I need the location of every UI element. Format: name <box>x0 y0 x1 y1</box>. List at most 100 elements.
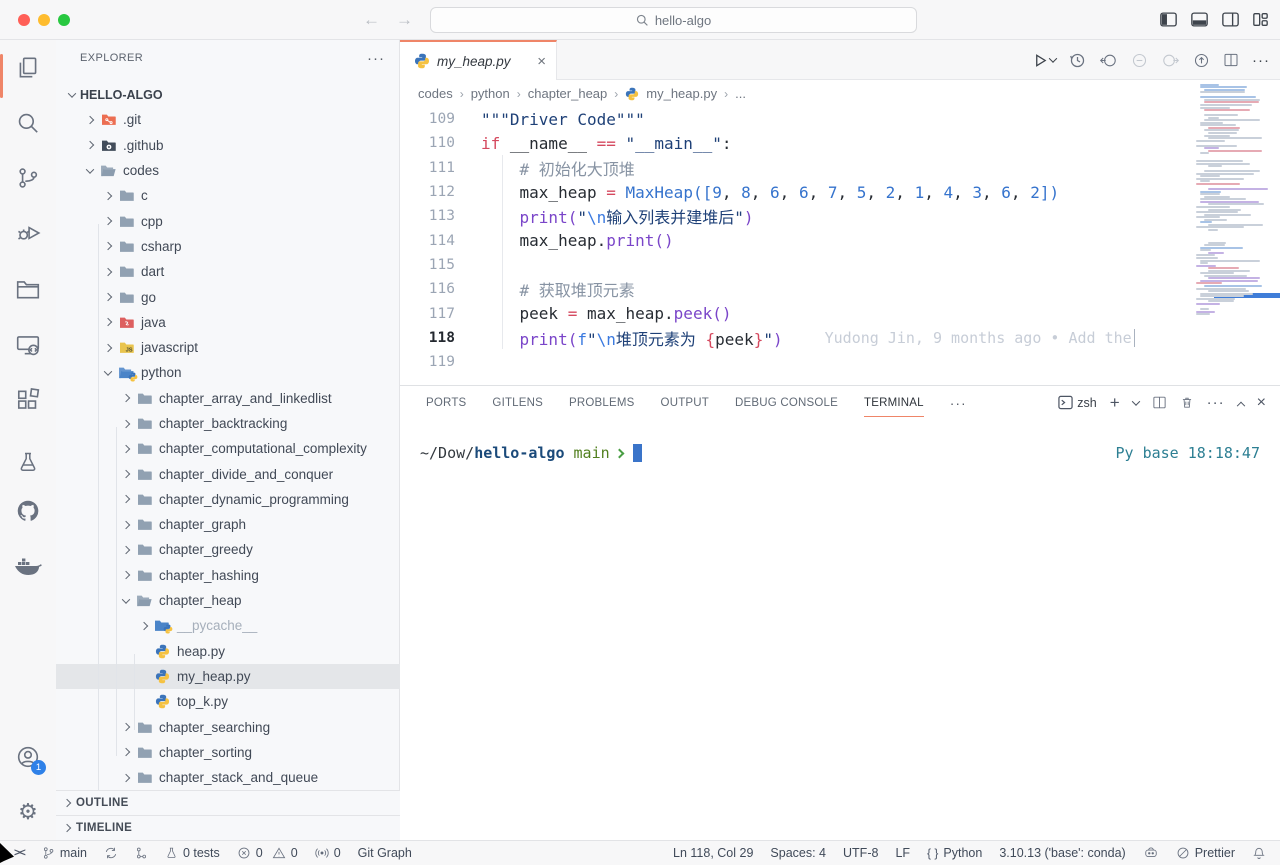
tree-item-chapter-heap[interactable]: chapter_heap <box>56 588 400 613</box>
customize-layout-icon[interactable] <box>1253 12 1268 27</box>
code-line-115[interactable]: 115 <box>400 253 1280 277</box>
status-ports[interactable]: 0 <box>315 846 341 860</box>
tree-item-chapter-dynamic-programming[interactable]: chapter_dynamic_programming <box>56 487 400 512</box>
tree-item-heap-py[interactable]: heap.py <box>56 639 400 664</box>
activity-explorer[interactable] <box>0 48 56 88</box>
tree-item-chapter-backtracking[interactable]: chapter_backtracking <box>56 411 400 436</box>
panel-tab-terminal[interactable]: TERMINAL <box>864 389 924 417</box>
tree-item-python[interactable]: python <box>56 360 400 385</box>
tree-item-top-k-py[interactable]: top_k.py <box>56 689 400 714</box>
activity-folder-opened[interactable] <box>0 269 56 309</box>
code-editor[interactable]: 109"""Driver Code"""110if __name__ == "_… <box>400 107 1280 385</box>
tree-item-csharp[interactable]: csharp <box>56 234 400 259</box>
status-git-branch[interactable]: main <box>42 846 87 860</box>
panel-tab-problems[interactable]: PROBLEMS <box>569 389 635 416</box>
terminal-dropdown-icon[interactable] <box>1133 400 1139 406</box>
code-line-117[interactable]: 117 peek = max_heap.peek() <box>400 301 1280 325</box>
tree-item-dart[interactable]: dart <box>56 259 400 284</box>
tree-item-chapter-graph[interactable]: chapter_graph <box>56 512 400 537</box>
activity-docker[interactable] <box>0 546 56 586</box>
status-notifications[interactable] <box>1252 846 1266 860</box>
timeline-section[interactable]: TIMELINE <box>56 815 400 840</box>
code-line-109[interactable]: 109"""Driver Code""" <box>400 107 1280 131</box>
status-cursor-position[interactable]: Ln 118, Col 29 <box>673 846 753 860</box>
tree-item-chapter-computational-complexity[interactable]: chapter_computational_complexity <box>56 436 400 461</box>
status-problems[interactable]: 00 <box>237 846 298 860</box>
terminal[interactable]: ~/Dow/hello-algo main Py base 18:18:47 <box>420 444 1260 462</box>
nav-forward-icon[interactable]: → <box>396 10 413 30</box>
code-line-111[interactable]: 111 # 初始化大顶堆 <box>400 156 1280 180</box>
code-line-118[interactable]: 118 print(f"\n堆顶元素为 {peek}")Yudong Jin, … <box>400 326 1280 350</box>
panel-more-tabs-icon[interactable]: ··· <box>950 395 967 411</box>
tree-item-chapter-stack-and-queue[interactable]: chapter_stack_and_queue <box>56 765 400 790</box>
code-line-116[interactable]: 116 # 获取堆顶元素 <box>400 277 1280 301</box>
tree-item-go[interactable]: go <box>56 284 400 309</box>
status-sync[interactable] <box>104 846 118 860</box>
open-changes-icon[interactable] <box>1099 52 1118 69</box>
panel-more-actions-icon[interactable]: ··· <box>1207 394 1225 411</box>
status-encoding[interactable]: UTF-8 <box>843 846 878 860</box>
terminal-shell-icon[interactable]: zsh <box>1058 395 1096 410</box>
status-eol[interactable]: LF <box>895 846 910 860</box>
new-terminal-icon[interactable]: + <box>1110 393 1120 413</box>
panel-tab-ports[interactable]: PORTS <box>426 389 466 416</box>
close-window-button[interactable] <box>18 14 30 26</box>
tree-item-chapter-searching[interactable]: chapter_searching <box>56 714 400 739</box>
tree-item-chapter-hashing[interactable]: chapter_hashing <box>56 563 400 588</box>
zoom-window-button[interactable] <box>58 14 70 26</box>
editor-more-actions-icon[interactable]: ··· <box>1252 52 1270 69</box>
code-line-110[interactable]: 110if __name__ == "__main__": <box>400 131 1280 155</box>
activity-extensions[interactable] <box>0 380 56 420</box>
status-git-graph[interactable]: Git Graph <box>358 846 412 860</box>
code-line-112[interactable]: 112 max_heap = MaxHeap([9, 8, 6, 6, 7, 5… <box>400 180 1280 204</box>
activity-run-debug[interactable] <box>0 213 56 253</box>
outline-section[interactable]: OUTLINE <box>56 790 400 815</box>
tree-item-chapter-sorting[interactable]: chapter_sorting <box>56 740 400 765</box>
maximize-panel-icon[interactable] <box>1238 400 1244 406</box>
status-language-mode[interactable]: { }Python <box>927 846 982 860</box>
close-panel-icon[interactable]: × <box>1257 394 1266 412</box>
tree-item--git[interactable]: .git <box>56 107 400 132</box>
tab-close-icon[interactable]: × <box>537 53 546 70</box>
kill-terminal-icon[interactable] <box>1180 395 1194 410</box>
minimap[interactable] <box>1192 75 1280 365</box>
tree-item-hello-algo[interactable]: HELLO-ALGO <box>56 82 400 107</box>
tree-item-java[interactable]: java <box>56 310 400 335</box>
code-line-113[interactable]: 113 print("\n输入列表并建堆后") <box>400 204 1280 228</box>
breadcrumb-item[interactable]: chapter_heap <box>528 86 608 101</box>
explorer-more-actions-icon[interactable]: ··· <box>367 50 385 67</box>
tree-item-c[interactable]: c <box>56 183 400 208</box>
run-python-button[interactable] <box>1033 53 1056 68</box>
panel-tab-output[interactable]: OUTPUT <box>661 389 709 416</box>
breadcrumb-item[interactable]: ... <box>735 86 746 101</box>
code-line-114[interactable]: 114 max_heap.print() <box>400 228 1280 252</box>
status-prettier[interactable]: Prettier <box>1176 846 1235 860</box>
status-python-interpreter[interactable]: 3.10.13 ('base': conda) <box>999 846 1125 860</box>
tree-item-chapter-array-and-linkedlist[interactable]: chapter_array_and_linkedlist <box>56 386 400 411</box>
nav-back-icon[interactable]: ← <box>363 10 380 30</box>
activity-search[interactable] <box>0 103 56 143</box>
activity-testing[interactable] <box>0 442 56 482</box>
tree-item-chapter-divide-and-conquer[interactable]: chapter_divide_and_conquer <box>56 461 400 486</box>
status-indentation[interactable]: Spaces: 4 <box>770 846 826 860</box>
status-copilot[interactable] <box>1143 846 1159 860</box>
split-terminal-icon[interactable] <box>1152 395 1167 410</box>
command-center-search[interactable]: hello-algo <box>430 7 917 33</box>
tree-item-codes[interactable]: codes <box>56 158 400 183</box>
minimize-window-button[interactable] <box>38 14 50 26</box>
activity-github[interactable] <box>0 491 56 531</box>
split-editor-icon[interactable] <box>1223 52 1239 68</box>
next-change-icon[interactable] <box>1161 52 1180 69</box>
panel-tab-debug-console[interactable]: DEBUG CONSOLE <box>735 389 838 416</box>
prev-change-icon[interactable] <box>1131 52 1148 69</box>
code-line-119[interactable]: 119 <box>400 350 1280 374</box>
toggle-secondary-sidebar-icon[interactable] <box>1222 12 1239 27</box>
tree-item--pycache-[interactable]: __pycache__ <box>56 613 400 638</box>
activity-settings[interactable]: ⚙ <box>0 792 56 832</box>
tree-item--github[interactable]: .github <box>56 133 400 158</box>
status-tests[interactable]: 0 tests <box>165 846 220 860</box>
toggle-panel-icon[interactable] <box>1191 12 1208 27</box>
breadcrumb-item[interactable]: codes <box>418 86 453 101</box>
tree-item-javascript[interactable]: JSjavascript <box>56 335 400 360</box>
toggle-sidebar-icon[interactable] <box>1160 12 1177 27</box>
